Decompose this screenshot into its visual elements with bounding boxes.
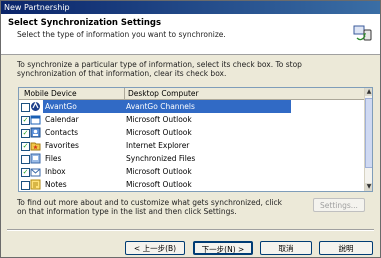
checkbox-avantgo[interactable] xyxy=(21,103,30,112)
desktop-label: Microsoft Outlook xyxy=(126,167,192,176)
checkbox-calendar[interactable]: ✓ xyxy=(21,116,30,125)
list-item-avantgo[interactable]: AvantGo AvantGo Channels xyxy=(19,100,364,113)
page-title: Select Synchronization Settings xyxy=(8,18,162,28)
settings-button[interactable]: Settings... xyxy=(313,198,365,212)
device-label: Inbox xyxy=(45,167,66,176)
device-label: Files xyxy=(45,154,62,163)
cancel-button[interactable]: 取消 xyxy=(260,241,312,255)
device-label: AvantGo xyxy=(45,102,77,111)
window-title: New Partnership xyxy=(1,1,380,14)
desktop-label: Microsoft Outlook xyxy=(126,128,192,137)
files-icon xyxy=(30,153,41,164)
list-item-favorites[interactable]: ✓ Favorites Internet Explorer xyxy=(19,139,364,152)
list-item-contacts[interactable]: ✓ Contacts Microsoft Outlook xyxy=(19,126,364,139)
device-label: Notes xyxy=(45,180,67,189)
desktop-label: Internet Explorer xyxy=(126,141,190,150)
desktop-label: AvantGo Channels xyxy=(126,102,195,111)
checkbox-inbox[interactable]: ✓ xyxy=(21,168,30,177)
device-label: Calendar xyxy=(45,115,79,124)
checkbox-contacts[interactable]: ✓ xyxy=(21,129,30,138)
calendar-icon xyxy=(30,115,41,125)
scroll-down-button[interactable]: ▼ xyxy=(365,183,372,191)
footer-divider xyxy=(7,229,374,231)
list-item-calendar[interactable]: ✓ Calendar Microsoft Outlook xyxy=(19,113,364,126)
favorites-icon xyxy=(30,142,41,151)
checkbox-notes[interactable] xyxy=(21,181,30,190)
column-header-desktop-computer[interactable]: Desktop Computer xyxy=(124,88,199,99)
help-button[interactable]: 說明 xyxy=(319,241,373,255)
desktop-label: Microsoft Outlook xyxy=(126,115,192,124)
back-button[interactable]: < 上一步(B) xyxy=(125,241,185,255)
desktop-label: Synchronized Files xyxy=(126,154,196,163)
wizard-header: Select Synchronization Settings Select t… xyxy=(1,14,380,55)
checkbox-files[interactable] xyxy=(21,155,30,164)
sync-icon xyxy=(353,25,372,41)
checkbox-favorites[interactable]: ✓ xyxy=(21,142,30,151)
device-label: Favorites xyxy=(45,141,79,150)
settings-hint-text: To find out more about and to customize … xyxy=(17,198,283,216)
avantgo-icon xyxy=(31,101,40,111)
next-button[interactable]: 下一步(N) > xyxy=(193,241,253,255)
scroll-thumb[interactable] xyxy=(365,98,372,168)
device-label: Contacts xyxy=(45,128,79,137)
vertical-scrollbar[interactable]: ▲ ▼ xyxy=(364,88,372,191)
instructions-text: To synchronize a particular type of info… xyxy=(17,60,302,78)
list-item-files[interactable]: Files Synchronized Files xyxy=(19,152,364,165)
notes-icon xyxy=(30,179,41,190)
inbox-icon xyxy=(30,168,41,177)
list-header: Mobile Device Desktop Computer xyxy=(19,88,364,100)
sync-settings-list[interactable]: Mobile Device Desktop Computer AvantGo A… xyxy=(18,87,373,192)
new-partnership-dialog: New Partnership Select Synchronization S… xyxy=(0,0,381,258)
scroll-up-button[interactable]: ▲ xyxy=(365,88,372,96)
desktop-label: Microsoft Outlook xyxy=(126,180,192,189)
column-header-mobile-device[interactable]: Mobile Device xyxy=(24,88,77,99)
list-item-notes[interactable]: Notes Microsoft Outlook xyxy=(19,178,364,191)
contacts-icon xyxy=(30,127,41,138)
page-subtitle: Select the type of information you want … xyxy=(17,30,226,39)
list-item-inbox[interactable]: ✓ Inbox Microsoft Outlook xyxy=(19,165,364,178)
